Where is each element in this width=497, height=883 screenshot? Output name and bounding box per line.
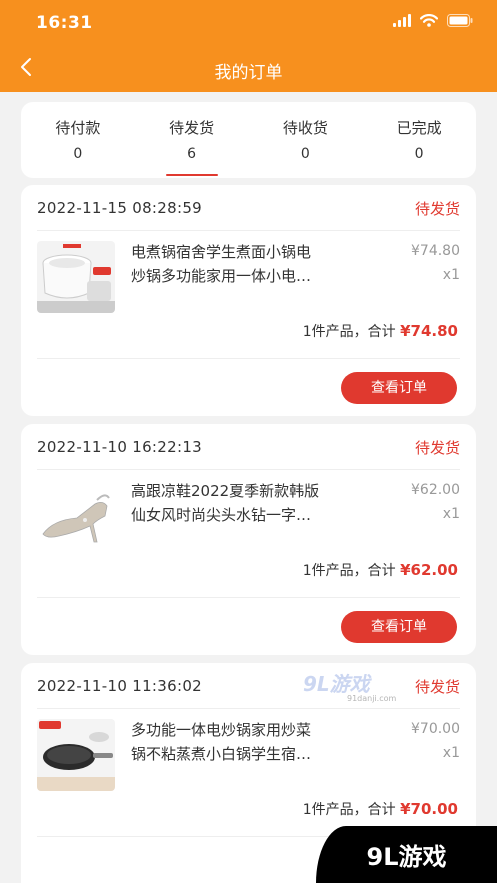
product-price: ¥62.00 [411,482,460,498]
order-status: 待发货 [414,200,460,218]
tab-pending-receipt[interactable]: 待收货 0 [249,102,363,178]
wifi-icon [420,14,438,27]
tab-label: 待付款 [55,119,101,137]
view-order-button[interactable]: 查看订单 [341,372,457,404]
product-image-electric-wok[interactable] [37,719,115,791]
tab-count: 0 [414,146,424,162]
watermark-logo: 9L游戏 91danji.com [303,668,413,704]
product-quantity: x1 [442,506,460,522]
product-title-line1: 电煮锅宿舍学生煮面小锅电 [131,243,312,261]
product-title[interactable]: 多功能一体电炒锅家用炒菜 锅不粘蒸煮小白锅学生宿… [131,718,361,766]
order-summary: 1件产品，合计 ¥74.80 [303,321,458,341]
product-title-line1: 多功能一体电炒锅家用炒菜 [131,721,312,739]
divider [37,358,460,359]
status-time: 16:31 [36,13,93,33]
page-title: 我的订单 [214,63,283,83]
divider [37,230,460,231]
tab-label: 已完成 [396,119,442,137]
product-price: ¥74.80 [411,243,460,259]
view-order-button[interactable]: 查看订单 [341,611,457,643]
app-root: 16:31 我的订单 待付款 0 待发货 6 待收货 0 已完成 0 2022-… [0,0,497,883]
order-summary: 1件产品，合计 ¥70.00 [303,799,458,819]
watermark-url: 91danji.com [347,694,397,703]
order-summary: 1件产品，合计 ¥62.00 [303,560,458,580]
product-title-line2: 炒锅多功能家用一体小电… [131,267,312,285]
signal-icon [393,14,411,27]
battery-icon [447,14,473,27]
order-date: 2022-11-10 16:22:13 [37,438,203,456]
tab-count: 0 [73,146,83,162]
nav-bar: 我的订单 [0,44,497,92]
product-quantity: x1 [442,267,460,283]
active-tab-indicator [165,174,218,176]
summary-prefix: 1件产品，合计 [302,802,396,818]
order-status: 待发货 [414,439,460,457]
order-status-tabs: 待付款 0 待发货 6 待收货 0 已完成 0 [21,102,476,178]
order-card[interactable]: 2022-11-10 16:22:13 待发货 高跟凉鞋2022夏季新款韩版 仙… [21,424,476,655]
product-quantity: x1 [442,745,460,761]
tab-pending-payment[interactable]: 待付款 0 [21,102,135,178]
tab-count: 0 [300,146,310,162]
summary-prefix: 1件产品，合计 [302,563,396,579]
header: 16:31 我的订单 [0,0,497,92]
product-title-line2: 锅不粘蒸煮小白锅学生宿… [131,745,312,763]
product-title[interactable]: 电煮锅宿舍学生煮面小锅电 炒锅多功能家用一体小电… [131,240,361,288]
product-title[interactable]: 高跟凉鞋2022夏季新款韩版 仙女风时尚尖头水钻一字… [131,479,361,527]
order-card[interactable]: 2022-11-15 08:28:59 待发货 电煮锅宿舍学生煮面小锅电 炒锅多… [21,185,476,416]
order-total: ¥74.80 [400,322,458,340]
product-image-rice-cooker[interactable] [37,241,115,313]
summary-prefix: 1件产品，合计 [302,324,396,340]
watermark-text: 9L游戏 [303,672,370,696]
order-date: 2022-11-10 11:36:02 [37,677,203,695]
product-title-line2: 仙女风时尚尖头水钻一字… [131,506,312,524]
tab-label: 待收货 [282,119,328,137]
corner-watermark: 9L游戏 [316,826,497,883]
status-icons [393,14,473,27]
tab-pending-shipment[interactable]: 待发货 6 [135,102,249,178]
divider [37,708,460,709]
tab-label: 待发货 [169,119,215,137]
divider [37,597,460,598]
divider [37,469,460,470]
tab-count: 6 [187,146,197,162]
corner-watermark-text: 9L游戏 [366,843,447,871]
product-title-line1: 高跟凉鞋2022夏季新款韩版 [131,482,320,500]
order-total: ¥70.00 [400,800,458,818]
order-total: ¥62.00 [400,561,458,579]
product-price: ¥70.00 [411,721,460,737]
order-date: 2022-11-15 08:28:59 [37,199,203,217]
status-bar: 16:31 [0,0,497,44]
product-image-sandal[interactable] [37,480,115,552]
order-status: 待发货 [414,678,460,696]
tab-completed[interactable]: 已完成 0 [362,102,476,178]
